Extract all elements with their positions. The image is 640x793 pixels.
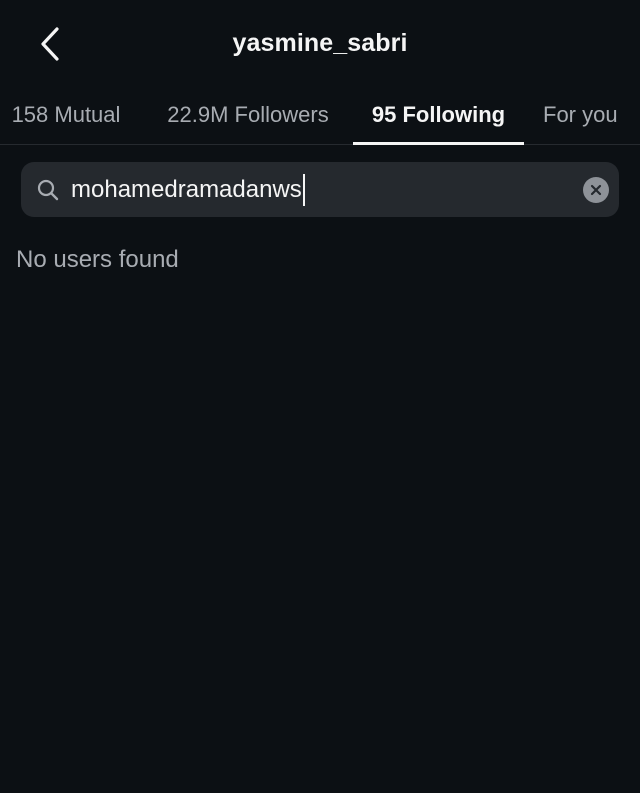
tab-bar: 158 Mutual 22.9M Followers 95 Following … [0, 86, 640, 145]
search-input[interactable]: mohamedramadanws [71, 162, 305, 217]
search-field[interactable]: mohamedramadanws [21, 162, 619, 217]
tab-mutual[interactable]: 158 Mutual [0, 86, 132, 144]
search-input-value: mohamedramadanws [71, 175, 302, 203]
text-caret [302, 173, 305, 206]
no-results-message: No users found [16, 246, 179, 273]
active-tab-indicator [353, 142, 524, 145]
following-search-screen: yasmine_sabri 158 Mutual 22.9M Followers… [0, 0, 640, 793]
search-icon [37, 179, 59, 201]
clear-icon [590, 184, 602, 196]
tab-following[interactable]: 95 Following [353, 86, 524, 144]
header: yasmine_sabri [0, 0, 640, 86]
clear-search-button[interactable] [583, 177, 609, 203]
page-title: yasmine_sabri [232, 29, 408, 57]
tab-followers[interactable]: 22.9M Followers [150, 86, 346, 144]
tab-for-you[interactable]: For you [532, 86, 640, 144]
